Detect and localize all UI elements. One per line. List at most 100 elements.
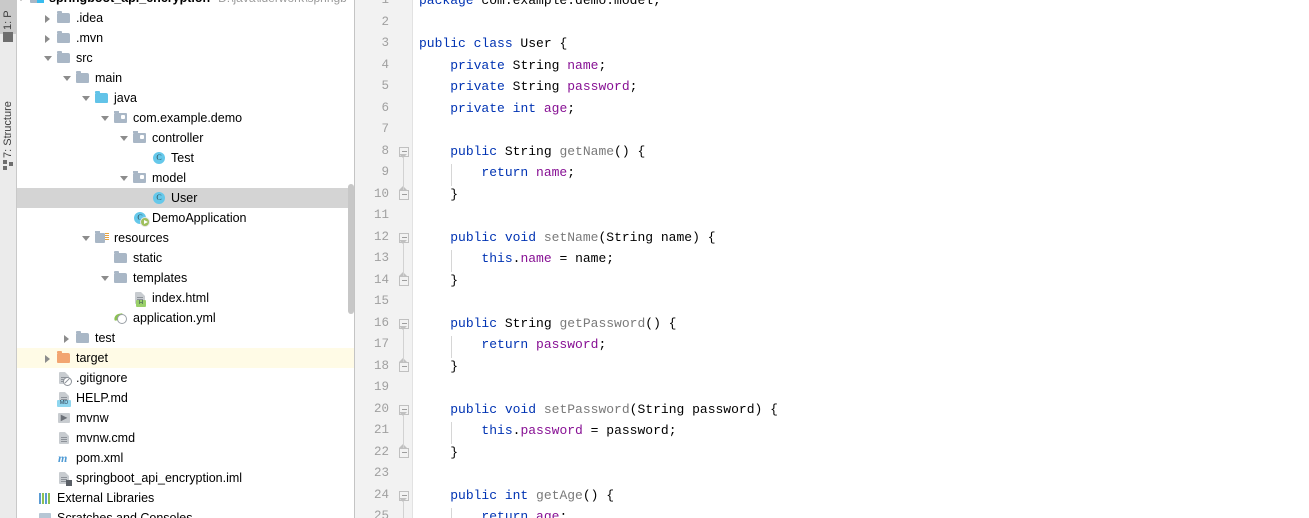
tree-row[interactable]: controller [17,128,354,148]
code-line[interactable]: public String getName() { [419,141,1309,163]
code-fold-marker[interactable] [399,318,409,330]
tree-row[interactable]: application.yml [17,308,354,328]
code-token: getName [559,143,615,159]
line-number: 5 [381,79,389,93]
tree-row[interactable]: C User [17,188,354,208]
collapse-arrow-icon[interactable] [101,274,110,283]
code-line[interactable] [419,205,1309,227]
expand-arrow-icon[interactable] [44,34,53,43]
folder-icon [113,250,129,266]
tree-row[interactable]: java [17,88,354,108]
code-line[interactable]: public int getAge() { [419,485,1309,507]
tree-row[interactable]: .idea [17,8,354,28]
code-fold-marker[interactable] [399,185,409,200]
tool-tab-project[interactable]: 1: P [0,0,16,34]
expand-arrow-icon[interactable] [17,0,26,3]
no-arrow-spacer [44,454,53,463]
code-token: password [692,401,755,417]
collapse-arrow-icon[interactable] [63,74,72,83]
tree-row[interactable]: .gitignore [17,368,354,388]
project-tool-icon [3,32,13,42]
expand-arrow-icon[interactable] [44,354,53,363]
collapse-arrow-icon[interactable] [82,234,91,243]
code-line[interactable]: public class User { [419,33,1309,55]
code-line[interactable] [419,12,1309,34]
tree-row[interactable]: C DemoApplication [17,208,354,228]
tree-row[interactable]: com.example.demo [17,108,354,128]
expand-arrow-icon[interactable] [63,334,72,343]
tree-row[interactable]: templates [17,268,354,288]
tree-row[interactable]: main [17,68,354,88]
tree-row[interactable]: springboot_api_encryption.iml [17,468,354,488]
code-fold-marker[interactable] [399,443,409,458]
code-line[interactable]: private int age; [419,98,1309,120]
code-line[interactable] [419,119,1309,141]
project-tree[interactable]: springboot_api_encryption D:\java\iderwor… [17,0,354,518]
code-fold-marker[interactable] [399,490,409,502]
tree-row[interactable]: static [17,248,354,268]
project-tool-window[interactable]: springboot_api_encryption D:\java\iderwor… [17,0,355,518]
tree-row[interactable]: ▶ mvnw [17,408,354,428]
editor-fold-gutter[interactable] [395,0,413,518]
tree-row[interactable]: C Test [17,148,354,168]
tool-tab-structure[interactable]: 7: Structure [0,72,16,158]
code-line[interactable] [419,291,1309,313]
tree-row-label: DemoApplication [152,211,247,225]
code-fold-marker[interactable] [399,404,409,416]
tree-row[interactable]: Scratches and Consoles [17,508,354,518]
code-fold-marker[interactable] [399,357,409,372]
tree-row[interactable]: Hindex.html [17,288,354,308]
code-line[interactable]: this.name = name; [419,248,1309,270]
expand-arrow-icon[interactable] [44,14,53,23]
tree-row[interactable]: mvnw.cmd [17,428,354,448]
code-line[interactable]: package com.example.demo.model; [419,0,1309,12]
tree-row[interactable]: MD HELP.md [17,388,354,408]
line-number: 11 [373,208,389,222]
code-fold-marker[interactable] [399,146,409,158]
code-line[interactable]: } [419,270,1309,292]
tree-row[interactable]: target [17,348,354,368]
editor-code-content[interactable]: package com.example.demo.model; public c… [413,0,1309,518]
project-tree-scrollbar[interactable] [348,184,354,314]
collapse-arrow-icon[interactable] [120,174,129,183]
collapse-arrow-icon[interactable] [101,114,110,123]
code-token: name [536,165,568,180]
code-line[interactable]: this.password = password; [419,420,1309,442]
collapse-arrow-icon[interactable] [120,134,129,143]
iml-file-icon [56,470,72,486]
code-line[interactable]: private String password; [419,76,1309,98]
code-line[interactable]: public void setPassword(String password)… [419,399,1309,421]
code-token: public void [450,401,544,417]
tree-row[interactable]: m pom.xml [17,448,354,468]
no-arrow-spacer [44,374,53,383]
tree-row[interactable]: .mvn [17,28,354,48]
tree-row-project-root[interactable]: springboot_api_encryption D:\java\iderwor… [17,0,354,8]
code-line[interactable] [419,463,1309,485]
collapse-arrow-icon[interactable] [44,54,53,63]
tree-row[interactable]: model [17,168,354,188]
code-line[interactable]: return password; [419,334,1309,356]
code-editor[interactable]: 1 2 3 4 5 6 7 8 9 10 11 12 13 14 15 16 17 18 19 20 21 22 23 24 2… [355,0,1309,518]
code-line[interactable]: public void setName(String name) { [419,227,1309,249]
code-line[interactable]: } [419,356,1309,378]
code-line[interactable]: } [419,442,1309,464]
code-line[interactable]: return name; [419,162,1309,184]
code-token: private [450,100,513,116]
code-fold-marker[interactable] [399,232,409,244]
tree-row-label: target [76,351,108,365]
code-line[interactable]: public String getPassword() { [419,313,1309,335]
collapse-arrow-icon[interactable] [82,94,91,103]
code-line[interactable] [419,377,1309,399]
tree-row[interactable]: test [17,328,354,348]
tree-row-label: test [95,331,116,345]
tree-row[interactable]: src [17,48,354,68]
code-line[interactable]: private String name; [419,55,1309,77]
tree-row[interactable]: resources [17,228,354,248]
code-line[interactable]: return age; [419,506,1309,518]
code-token: ; [567,165,576,180]
code-fold-marker[interactable] [399,271,409,286]
tree-row-label: User [171,191,198,205]
code-line[interactable]: } [419,184,1309,206]
code-token: ) { [692,229,716,245]
tree-row[interactable]: External Libraries [17,488,354,508]
